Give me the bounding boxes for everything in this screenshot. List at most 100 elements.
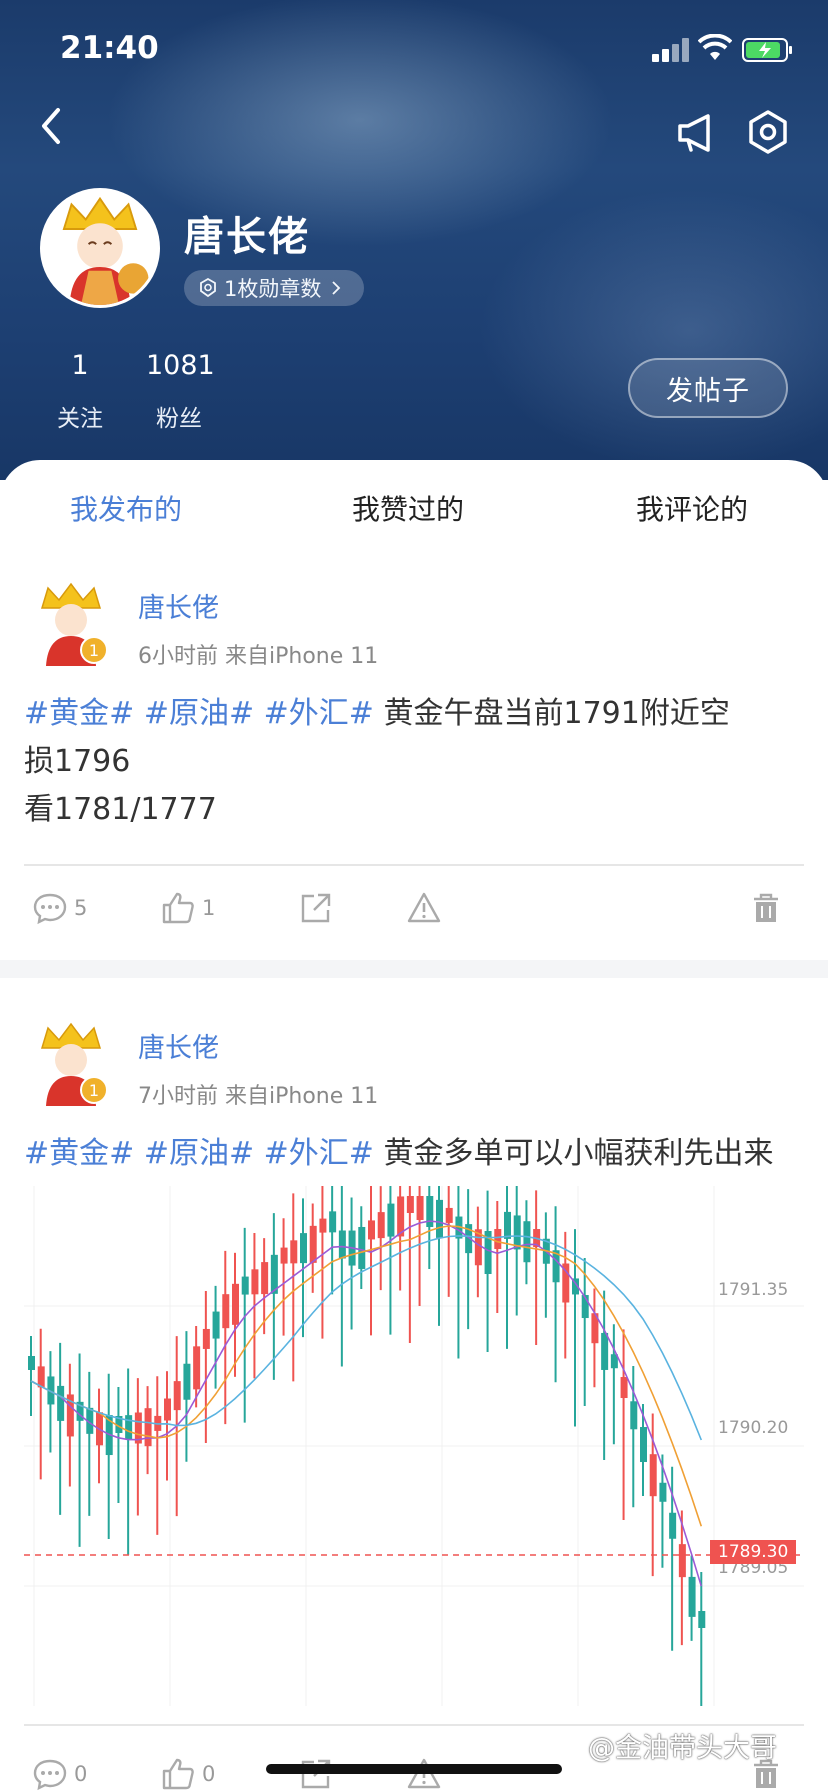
y-tick-label: 1790.20 — [718, 1418, 789, 1438]
candle-body — [387, 1203, 395, 1237]
candle-body — [280, 1247, 288, 1264]
candle-body — [416, 1196, 424, 1220]
candle-body — [678, 1544, 686, 1578]
post-text[interactable]: #黄金# #原油# #外汇# 黄金多单可以小幅获利先出来 — [24, 1130, 804, 1178]
candle-body — [319, 1218, 327, 1233]
candle-body — [601, 1332, 609, 1370]
like-count: 0 — [202, 1762, 216, 1786]
post-body-line: 损1796 — [24, 744, 131, 779]
candle-body — [338, 1230, 346, 1259]
candle-body — [202, 1328, 210, 1349]
post-separator — [0, 960, 828, 978]
comment-icon — [33, 1759, 67, 1791]
author-avatar[interactable]: 1 — [28, 580, 114, 666]
candle-body — [183, 1363, 191, 1400]
candle-body — [630, 1401, 638, 1430]
post-divider — [24, 864, 804, 866]
profile-avatar[interactable] — [40, 188, 160, 308]
delete-button[interactable] — [748, 888, 790, 928]
badge-count-label: 1枚勋章数 — [224, 277, 322, 301]
post-meta: 6小时前 来自iPhone 11 — [138, 644, 379, 669]
warning-icon — [407, 892, 441, 923]
candle-body — [300, 1233, 307, 1264]
hashtag-oil[interactable]: #原油# — [144, 696, 254, 731]
share-icon — [301, 893, 331, 923]
candle-body — [698, 1611, 706, 1628]
tab-liked[interactable]: 我赞过的 — [352, 488, 464, 528]
y-tick-label: 1791.35 — [718, 1280, 789, 1300]
moving-average-line — [30, 1220, 703, 1587]
followers-label: 粉丝 — [156, 406, 202, 432]
post-body-line: 看1781/1777 — [24, 792, 217, 827]
hashtag-forex[interactable]: #外汇# — [264, 696, 374, 731]
candle-body — [669, 1512, 677, 1539]
status-time: 21:40 — [60, 30, 159, 66]
author-avatar[interactable]: 1 — [28, 1020, 114, 1106]
wifi-icon — [698, 34, 732, 60]
candle-body — [494, 1229, 502, 1250]
candle-body — [406, 1196, 414, 1213]
medal-icon — [200, 278, 216, 298]
candle-body — [164, 1398, 171, 1421]
settings-icon[interactable] — [744, 108, 792, 156]
post-author[interactable]: 唐长佬 — [138, 586, 219, 625]
svg-text:1: 1 — [89, 1081, 99, 1100]
moving-average-line — [30, 1225, 703, 1527]
comment-button[interactable]: 0 — [32, 1754, 87, 1792]
warning-icon — [407, 1758, 441, 1789]
hashtag-forex[interactable]: #外汇# — [264, 1136, 374, 1171]
candle-body — [513, 1215, 521, 1250]
tab-commented[interactable]: 我评论的 — [636, 488, 748, 528]
followers-stat[interactable]: 1081 粉丝 — [146, 350, 215, 433]
candle-body — [426, 1196, 434, 1227]
badge-count-pill[interactable]: 1枚勋章数 — [184, 270, 364, 306]
candle-body — [377, 1212, 385, 1239]
candle-body — [445, 1207, 453, 1223]
candle-body — [358, 1226, 366, 1269]
monk-avatar-icon — [43, 191, 157, 305]
new-post-button[interactable]: 发帖子 — [628, 358, 788, 418]
trash-icon — [754, 893, 778, 922]
post-chart-image[interactable]: 1791.35 1790.20 1789.05 1789.30 — [24, 1147, 804, 1728]
profile-name: 唐长佬 — [184, 214, 310, 260]
candle-body — [640, 1427, 647, 1463]
share-icon — [301, 1759, 331, 1789]
like-button[interactable]: 1 — [160, 888, 215, 928]
candle-body — [28, 1356, 35, 1370]
report-button[interactable] — [406, 888, 448, 928]
candle-body — [261, 1262, 269, 1295]
post-body-line: 黄金午盘当前1791附近空 — [383, 696, 730, 731]
following-stat[interactable]: 1 关注 — [52, 350, 108, 433]
home-indicator[interactable] — [266, 1764, 562, 1774]
hashtag-gold[interactable]: #黄金# — [24, 1136, 134, 1171]
thumbs-up-icon — [162, 1758, 194, 1790]
candle-body — [290, 1240, 298, 1264]
post-author[interactable]: 唐长佬 — [138, 1026, 219, 1065]
candle-body — [688, 1576, 696, 1617]
candle-body — [125, 1415, 133, 1440]
candle-body — [37, 1366, 45, 1388]
candle-body — [57, 1385, 65, 1421]
comment-button[interactable]: 5 — [32, 888, 87, 928]
candle-body — [193, 1346, 201, 1390]
battery-icon — [742, 38, 792, 62]
tab-my-posts[interactable]: 我发布的 — [70, 488, 182, 528]
share-button[interactable] — [298, 888, 340, 928]
megaphone-icon[interactable] — [674, 110, 720, 156]
like-button[interactable]: 0 — [160, 1754, 215, 1792]
candle-body — [368, 1220, 375, 1240]
candle-body — [329, 1211, 337, 1233]
post-body-line: 黄金多单可以小幅获利先出来 — [383, 1136, 774, 1171]
status-bar: 21:40 — [0, 0, 828, 96]
hashtag-oil[interactable]: #原油# — [144, 1136, 254, 1171]
current-price-label: 1789.30 — [710, 1540, 797, 1564]
post-text[interactable]: #黄金# #原油# #外汇# 黄金午盘当前1791附近空 损1796 看1781… — [24, 690, 804, 834]
hashtag-gold[interactable]: #黄金# — [24, 696, 134, 731]
back-icon[interactable] — [32, 100, 72, 152]
candle-body — [144, 1408, 152, 1447]
chevron-right-icon — [332, 281, 341, 295]
comment-icon — [33, 893, 67, 925]
like-count: 1 — [202, 896, 216, 920]
candle-body — [212, 1311, 220, 1339]
candle-body — [251, 1269, 259, 1295]
